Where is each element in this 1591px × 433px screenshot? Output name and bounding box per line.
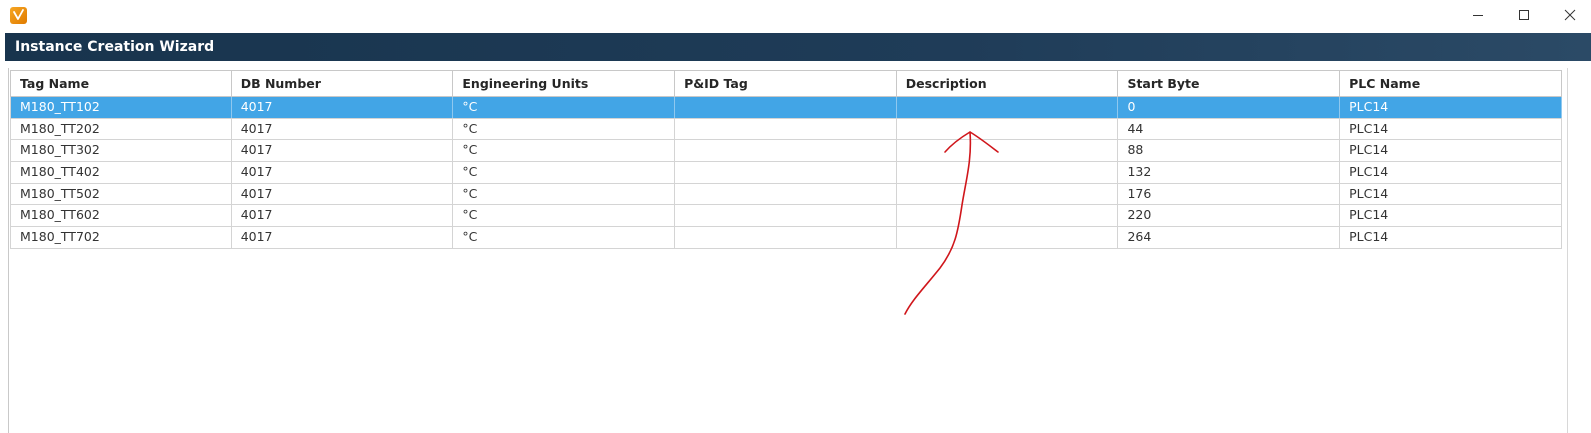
- cell-pid-tag[interactable]: [675, 140, 897, 162]
- cell-tag-name[interactable]: M180_TT102: [10, 97, 232, 118]
- cell-plc-name[interactable]: PLC14: [1340, 205, 1562, 227]
- cell-pid-tag[interactable]: [675, 118, 897, 140]
- cell-description[interactable]: [897, 140, 1119, 162]
- cell-engineering-units[interactable]: °C: [453, 205, 676, 227]
- column-header-description[interactable]: Description: [897, 71, 1119, 96]
- cell-start-byte[interactable]: 176: [1118, 183, 1341, 205]
- close-icon: [1564, 9, 1576, 21]
- cell-description[interactable]: [897, 227, 1119, 248]
- cell-start-byte[interactable]: 44: [1118, 118, 1341, 140]
- cell-description[interactable]: [897, 118, 1119, 140]
- column-header-start-byte[interactable]: Start Byte: [1118, 71, 1341, 96]
- cell-plc-name[interactable]: PLC14: [1340, 162, 1562, 183]
- cell-engineering-units[interactable]: °C: [453, 140, 676, 162]
- cell-start-byte[interactable]: 132: [1118, 162, 1341, 183]
- left-edge: [0, 33, 5, 433]
- cell-start-byte[interactable]: 88: [1118, 140, 1341, 162]
- cell-tag-name[interactable]: M180_TT702: [10, 227, 232, 248]
- cell-db-number[interactable]: 4017: [232, 162, 454, 183]
- cell-plc-name[interactable]: PLC14: [1340, 183, 1562, 205]
- table-header: Tag Name DB Number Engineering Units P&I…: [10, 71, 1562, 97]
- table-row[interactable]: M180_TT702 4017 °C 264 PLC14: [10, 227, 1562, 249]
- table-row[interactable]: M180_TT402 4017 °C 132 PLC14: [10, 162, 1562, 184]
- table-row[interactable]: M180_TT502 4017 °C 176 PLC14: [10, 183, 1562, 206]
- cell-plc-name[interactable]: PLC14: [1340, 97, 1562, 118]
- column-header-pid-tag[interactable]: P&ID Tag: [675, 71, 897, 96]
- maximize-button[interactable]: [1501, 0, 1547, 30]
- cell-tag-name[interactable]: M180_TT402: [10, 162, 232, 183]
- cell-db-number[interactable]: 4017: [232, 227, 454, 248]
- column-header-db-number[interactable]: DB Number: [232, 71, 454, 96]
- cell-plc-name[interactable]: PLC14: [1340, 118, 1562, 140]
- cell-tag-name[interactable]: M180_TT302: [10, 140, 232, 162]
- cell-start-byte[interactable]: 220: [1118, 205, 1341, 227]
- cell-engineering-units[interactable]: °C: [453, 183, 676, 205]
- cell-pid-tag[interactable]: [675, 205, 897, 227]
- cell-start-byte[interactable]: 0: [1118, 97, 1341, 118]
- minimize-icon: [1473, 15, 1483, 16]
- cell-tag-name[interactable]: M180_TT602: [10, 205, 232, 227]
- cell-engineering-units[interactable]: °C: [453, 97, 676, 118]
- instance-table: Tag Name DB Number Engineering Units P&I…: [10, 70, 1562, 249]
- wizard-header: Instance Creation Wizard: [5, 33, 1591, 61]
- cell-description[interactable]: [897, 205, 1119, 227]
- cell-description[interactable]: [897, 183, 1119, 205]
- cell-pid-tag[interactable]: [675, 183, 897, 205]
- cell-pid-tag[interactable]: [675, 227, 897, 248]
- wizard-title: Instance Creation Wizard: [15, 39, 215, 55]
- cell-db-number[interactable]: 4017: [232, 140, 454, 162]
- cell-engineering-units[interactable]: °C: [453, 227, 676, 248]
- column-header-engineering-units[interactable]: Engineering Units: [453, 71, 676, 96]
- app-icon: [10, 7, 27, 24]
- cell-start-byte[interactable]: 264: [1118, 227, 1341, 248]
- table-row[interactable]: M180_TT102 4017 °C 0 PLC14: [10, 97, 1562, 119]
- cell-db-number[interactable]: 4017: [232, 97, 454, 118]
- cell-tag-name[interactable]: M180_TT202: [10, 118, 232, 140]
- maximize-icon: [1519, 10, 1529, 20]
- application-window: Instance Creation Wizard Tag Name DB Num…: [0, 0, 1591, 433]
- cell-engineering-units[interactable]: °C: [453, 162, 676, 183]
- cell-db-number[interactable]: 4017: [232, 183, 454, 205]
- cell-engineering-units[interactable]: °C: [453, 118, 676, 140]
- table-row[interactable]: M180_TT202 4017 °C 44 PLC14: [10, 118, 1562, 141]
- table-row[interactable]: M180_TT302 4017 °C 88 PLC14: [10, 140, 1562, 163]
- cell-plc-name[interactable]: PLC14: [1340, 140, 1562, 162]
- cell-pid-tag[interactable]: [675, 97, 897, 118]
- column-header-plc-name[interactable]: PLC Name: [1340, 71, 1562, 96]
- cell-description[interactable]: [897, 97, 1119, 118]
- column-header-tag-name[interactable]: Tag Name: [10, 71, 232, 96]
- minimize-button[interactable]: [1455, 0, 1501, 30]
- close-button[interactable]: [1547, 0, 1591, 30]
- table-row[interactable]: M180_TT602 4017 °C 220 PLC14: [10, 205, 1562, 228]
- cell-tag-name[interactable]: M180_TT502: [10, 183, 232, 205]
- cell-db-number[interactable]: 4017: [232, 205, 454, 227]
- cell-description[interactable]: [897, 162, 1119, 183]
- title-bar: [0, 0, 1591, 30]
- cell-db-number[interactable]: 4017: [232, 118, 454, 140]
- cell-plc-name[interactable]: PLC14: [1340, 227, 1562, 248]
- cell-pid-tag[interactable]: [675, 162, 897, 183]
